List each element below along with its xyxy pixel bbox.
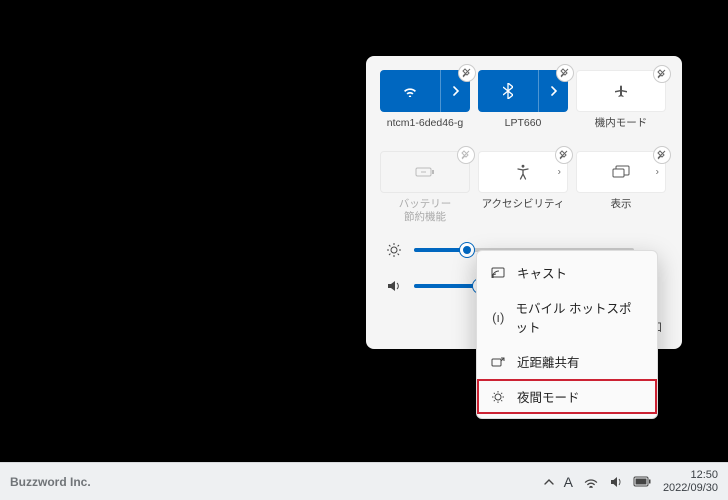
hotspot-icon: (ı) <box>491 310 505 325</box>
chevron-right-icon: › <box>656 167 659 178</box>
menu-item-nearby[interactable]: 近距離共有 <box>477 344 657 379</box>
add-context-menu: キャスト (ı) モバイル ホットスポット 近距離共有 夜間モード <box>476 250 658 419</box>
accessibility-icon <box>516 164 530 180</box>
battery-tray-icon[interactable] <box>633 476 651 487</box>
project-label: 表示 <box>611 198 632 224</box>
system-tray: A <box>544 474 651 490</box>
unpin-icon[interactable] <box>457 146 475 164</box>
battery-saver-icon <box>415 166 435 178</box>
unpin-icon[interactable] <box>653 65 671 83</box>
battery-saver-label: バッテリー 節約機能 <box>399 198 452 224</box>
menu-item-cast[interactable]: キャスト <box>477 255 657 290</box>
unpin-icon[interactable] <box>653 146 671 164</box>
bluetooth-label: LPT660 <box>505 117 542 143</box>
wifi-label: ntcm1-6ded46-g <box>387 117 463 143</box>
wifi-icon <box>380 85 440 97</box>
bluetooth-tile[interactable] <box>478 70 568 112</box>
chevron-right-icon: › <box>558 167 561 178</box>
airplane-icon <box>613 83 629 99</box>
cast-icon <box>491 267 507 279</box>
unpin-icon[interactable] <box>555 146 573 164</box>
clock[interactable]: 12:50 2022/09/30 <box>663 469 718 493</box>
battery-saver-tile <box>380 151 470 193</box>
volume-tray-icon[interactable] <box>609 475 623 489</box>
volume-icon <box>386 278 404 294</box>
unpin-icon[interactable] <box>458 64 476 82</box>
project-tile[interactable]: › <box>576 151 666 193</box>
wifi-tray-icon[interactable] <box>583 476 599 488</box>
nearby-share-icon <box>491 356 507 368</box>
menu-item-nightlight[interactable]: 夜間モード <box>477 379 657 414</box>
accessibility-tile[interactable]: › <box>478 151 568 193</box>
brightness-icon <box>386 242 404 258</box>
menu-item-hotspot[interactable]: (ı) モバイル ホットスポット <box>477 290 657 344</box>
ime-indicator[interactable]: A <box>564 474 573 490</box>
accessibility-label: アクセシビリティ <box>482 198 565 224</box>
bluetooth-icon <box>478 83 538 99</box>
airplane-label: 機内モード <box>595 117 648 143</box>
unpin-icon[interactable] <box>556 64 574 82</box>
nightlight-icon <box>491 390 507 404</box>
tray-overflow-button[interactable] <box>544 478 554 486</box>
tiles-grid: ntcm1-6ded46-g LPT660 <box>380 70 668 224</box>
brand-text: Buzzword Inc. <box>10 475 91 489</box>
taskbar: Buzzword Inc. A 12:50 2022/09/30 <box>0 462 728 500</box>
airplane-tile[interactable] <box>576 70 666 112</box>
wifi-tile[interactable] <box>380 70 470 112</box>
project-icon <box>612 165 630 179</box>
